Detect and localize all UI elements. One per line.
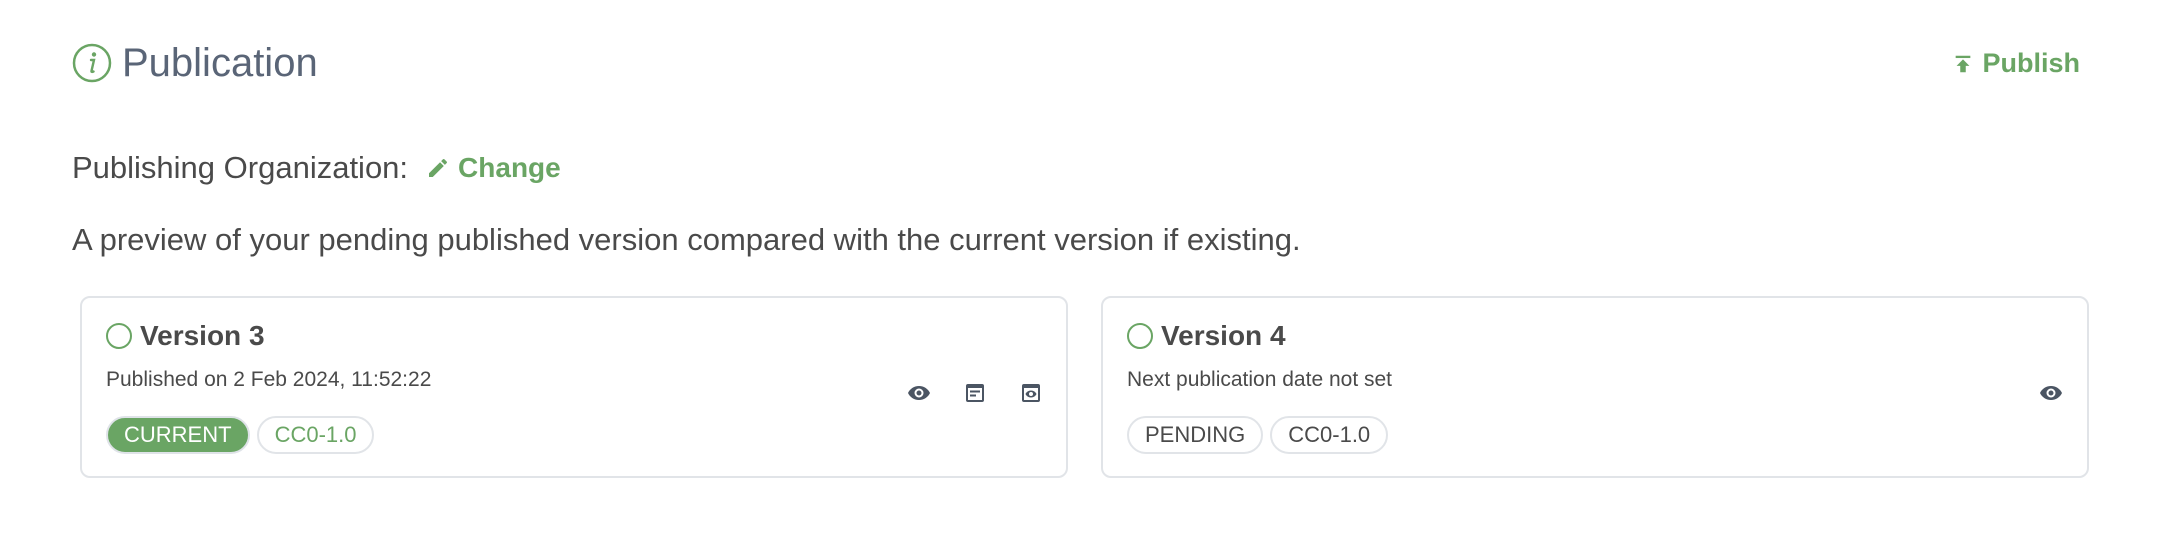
version-header: Version 4: [1127, 320, 1286, 352]
preview-button[interactable]: [1016, 378, 1046, 408]
view-button[interactable]: [904, 378, 934, 408]
pencil-icon: [429, 158, 448, 177]
eye-icon: [2040, 386, 2062, 400]
version-name: Version 4: [1161, 320, 1286, 351]
upload-arrow-icon: [1956, 55, 1971, 72]
license-badge: CC0-1.0: [1270, 416, 1389, 454]
eye-icon: [908, 386, 930, 400]
change-label: Change: [458, 152, 561, 183]
organization-label: Publishing Organization:: [72, 150, 409, 185]
version-actions: [904, 378, 1046, 408]
preview-description: A preview of your pending published vers…: [72, 222, 1301, 257]
version-radio[interactable]: [106, 323, 132, 349]
details-button[interactable]: [960, 378, 990, 408]
version-actions: [2036, 378, 2066, 408]
section-header: Publication: [72, 40, 318, 86]
version-subtitle: Next publication date not set: [1127, 368, 1393, 391]
preview-icon: [1022, 384, 1040, 402]
publish-label: Publish: [1982, 48, 2080, 78]
version-card: Version 4 Next publication date not set …: [1101, 296, 2089, 478]
version-tags: PENDING CC0-1.0: [1127, 416, 1395, 454]
publish-button[interactable]: Publish: [1952, 48, 2080, 79]
version-name: Version 3: [140, 320, 265, 351]
info-circle-icon: [72, 43, 112, 83]
view-button[interactable]: [2036, 378, 2066, 408]
status-badge: PENDING: [1127, 416, 1264, 454]
page-title: Publication: [122, 41, 318, 85]
version-tags: CURRENT CC0-1.0: [106, 416, 381, 454]
change-organization-button[interactable]: Change: [426, 152, 561, 184]
document-icon: [966, 384, 984, 402]
publishing-organization: Publishing Organization: Change: [72, 150, 561, 186]
version-subtitle: Published on 2 Feb 2024, 11:52:22: [106, 368, 432, 391]
version-header: Version 3: [106, 320, 265, 352]
version-card: Version 3 Published on 2 Feb 2024, 11:52…: [80, 296, 1068, 478]
license-badge: CC0-1.0: [256, 416, 375, 454]
version-radio[interactable]: [1127, 323, 1153, 349]
status-badge: CURRENT: [106, 416, 250, 454]
